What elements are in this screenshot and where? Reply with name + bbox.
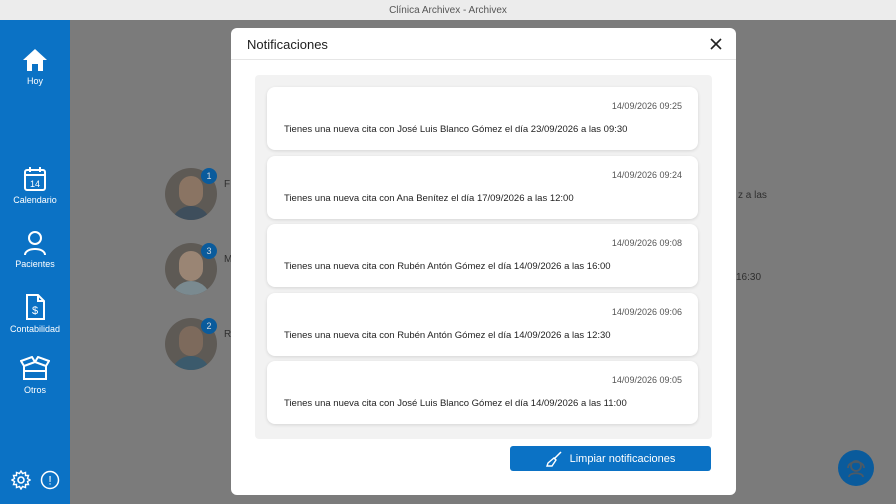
notification-date: 14/09/2026 09:24	[611, 170, 682, 180]
sidebar-item-label: Hoy	[26, 76, 43, 86]
notification-card[interactable]: 14/09/2026 09:06 Tienes una nueva cita c…	[267, 293, 698, 356]
svg-text:$: $	[32, 305, 38, 317]
sidebar-item-label: Calendario	[13, 195, 57, 205]
background-trailing-text: z a las	[738, 190, 767, 201]
notification-message: Tienes una nueva cita con José Luis Blan…	[284, 398, 627, 409]
sidebar-item-hoy[interactable]: Hoy	[0, 47, 70, 86]
notification-date: 14/09/2026 09:05	[611, 375, 682, 385]
window-titlebar: Clínica Archivex - Archivex	[0, 0, 896, 20]
sidebar-item-label: Contabilidad	[9, 324, 61, 334]
count-badge: 2	[201, 318, 217, 334]
gear-icon[interactable]	[10, 470, 31, 490]
notification-card[interactable]: 14/09/2026 09:08 Tienes una nueva cita c…	[267, 224, 698, 287]
broom-icon	[545, 450, 562, 467]
sidebar-item-otros[interactable]: Otros	[0, 356, 70, 395]
sidebar-item-calendario[interactable]: 14 Calendario	[0, 166, 70, 205]
sidebar-item-pacientes[interactable]: Pacientes	[0, 230, 70, 269]
user-icon	[24, 231, 46, 256]
notification-date: 14/09/2026 09:08	[611, 238, 682, 248]
sidebar-item-label: Otros	[23, 385, 46, 395]
notification-message: Tienes una nueva cita con Rubén Antón Gó…	[284, 261, 611, 272]
invoice-icon: $	[26, 294, 45, 320]
count-badge: 1	[201, 168, 217, 184]
svg-text:!: !	[48, 474, 51, 488]
info-icon[interactable]: !	[40, 470, 60, 490]
notification-card[interactable]: 14/09/2026 09:05 Tienes una nueva cita c…	[267, 361, 698, 424]
background-initial: F	[224, 179, 231, 190]
sidebar: Hoy 14 Calendario Pacientes $ Contabilid…	[0, 20, 70, 504]
modal-header: Notificaciones	[231, 28, 736, 60]
notification-date: 14/09/2026 09:06	[611, 307, 682, 317]
sidebar-item-contabilidad[interactable]: $ Contabilidad	[0, 293, 70, 334]
sidebar-item-label: Pacientes	[15, 259, 55, 269]
headset-icon	[847, 460, 865, 478]
calendar-icon: 14	[24, 167, 46, 191]
modal-title: Notificaciones	[247, 37, 328, 52]
notification-message: Tienes una nueva cita con Rubén Antón Gó…	[284, 330, 611, 341]
count-badge: 3	[201, 243, 217, 259]
close-icon[interactable]	[708, 36, 724, 52]
notifications-list[interactable]: 14/09/2026 09:25 Tienes una nueva cita c…	[255, 75, 712, 439]
notification-message: Tienes una nueva cita con José Luis Blan…	[284, 124, 628, 135]
home-icon	[23, 49, 47, 71]
svg-text:14: 14	[30, 179, 40, 189]
notification-message: Tienes una nueva cita con Ana Benítez el…	[284, 193, 574, 204]
notification-card[interactable]: 14/09/2026 09:25 Tienes una nueva cita c…	[267, 87, 698, 150]
notifications-modal: Notificaciones 14/09/2026 09:25 Tienes u…	[231, 28, 736, 495]
notification-card[interactable]: 14/09/2026 09:24 Tienes una nueva cita c…	[267, 156, 698, 219]
clear-notifications-label: Limpiar notificaciones	[569, 452, 676, 465]
support-fab[interactable]	[838, 450, 874, 486]
box-icon	[20, 356, 50, 380]
notification-date: 14/09/2026 09:25	[611, 101, 682, 111]
clear-notifications-button[interactable]: Limpiar notificaciones	[510, 446, 711, 471]
window-title: Clínica Archivex - Archivex	[389, 4, 507, 16]
background-trailing-text: 16:30	[736, 272, 762, 283]
